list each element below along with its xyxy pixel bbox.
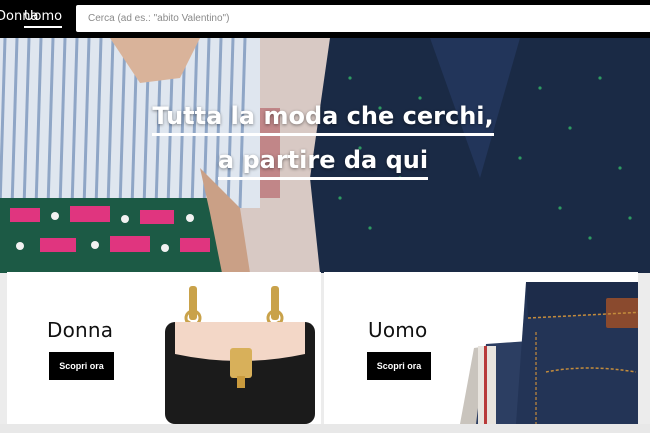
hero-headline-line1: Tutta la moda che cerchi, [0,102,648,136]
hero-banner[interactable]: Tutta la moda che cerchi, a partire da q… [0,38,650,273]
discover-uomo-button[interactable]: Scopri ora [367,352,431,380]
card-title-uomo: Uomo [368,318,428,342]
nav-link-uomo[interactable]: Uomo [24,9,63,28]
page-bottom-strip [0,424,650,433]
card-title-donna: Donna [47,318,114,342]
hero-headline-line2: a partire da qui [0,146,648,180]
top-navigation-bar: Donna Uomo [0,0,650,38]
category-card-donna[interactable]: Donna Scopri ora [7,272,321,424]
jeans-icon [460,282,638,424]
category-card-uomo[interactable]: Uomo Scopri ora [324,272,638,424]
handbag-icon [165,286,315,424]
discover-donna-button[interactable]: Scopri ora [49,352,114,380]
search-input[interactable] [76,5,650,32]
